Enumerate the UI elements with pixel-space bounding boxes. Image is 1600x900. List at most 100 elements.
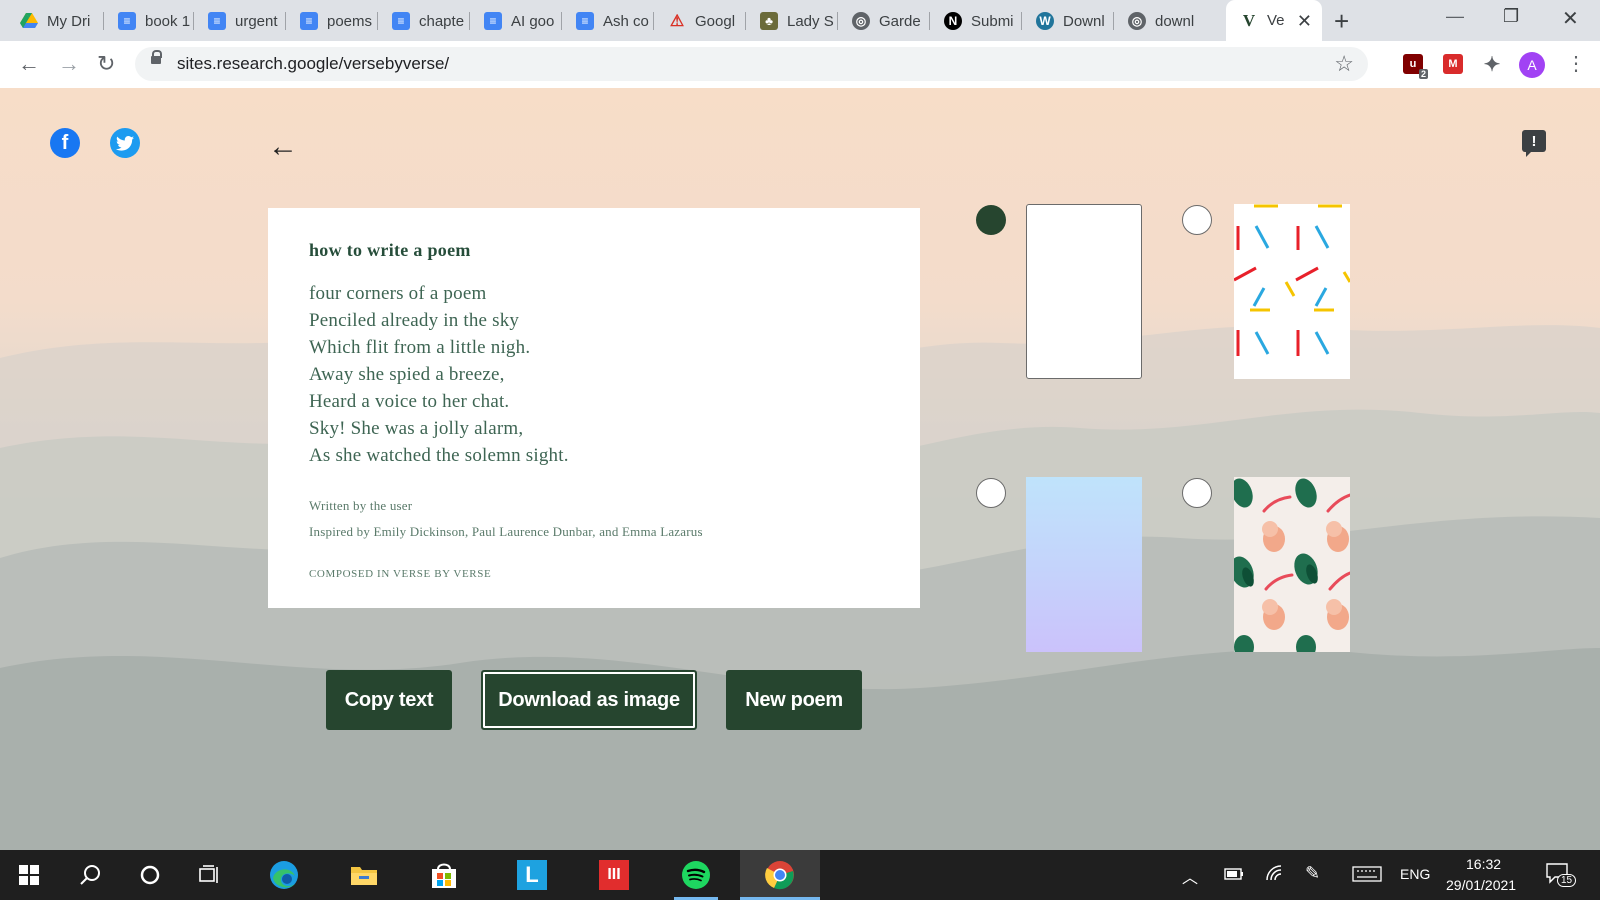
- globe-icon: ◎: [1128, 12, 1146, 30]
- confetti-pattern: [1234, 204, 1350, 356]
- profile-avatar[interactable]: A: [1519, 52, 1545, 78]
- spotify-icon[interactable]: [668, 850, 724, 900]
- lock-icon: [151, 50, 162, 64]
- poem-card: how to write a poem four corners of a po…: [268, 208, 920, 608]
- feedback-icon[interactable]: !: [1522, 130, 1546, 157]
- back-nav-icon[interactable]: ←: [18, 51, 40, 77]
- search-icon[interactable]: [62, 850, 118, 900]
- browser-tab[interactable]: ◎ Garde: [838, 5, 930, 37]
- theme-swatch-blue-lavender-gradient[interactable]: [1026, 477, 1142, 652]
- browser-tab[interactable]: N Submi: [930, 5, 1022, 37]
- google-docs-icon: ≡: [576, 12, 594, 30]
- poem-line: Heard a voice to her chat.: [309, 391, 510, 412]
- tree-icon: ♣: [760, 12, 778, 30]
- new-poem-button[interactable]: New poem: [726, 670, 862, 730]
- inspired-by-credit: Inspired by Emily Dickinson, Paul Lauren…: [309, 524, 703, 539]
- close-window-button[interactable]: ✕: [1562, 6, 1579, 31]
- browser-toolbar: ← → ↻ sites.research.google/versebyverse…: [0, 41, 1600, 89]
- warning-triangle-icon: ⚠: [669, 13, 685, 30]
- google-drive-icon: [20, 12, 38, 30]
- google-docs-icon: ≡: [118, 12, 136, 30]
- theme-radio-leaf-pattern[interactable]: [1182, 478, 1212, 508]
- address-bar[interactable]: sites.research.google/versebyverse/ ☆: [135, 47, 1368, 81]
- browser-tab[interactable]: My Dri: [6, 5, 104, 37]
- browser-tab[interactable]: ≡ poems: [286, 5, 378, 37]
- theme-swatch-leaf-pattern[interactable]: [1234, 477, 1350, 652]
- composed-in-label: COMPOSED IN VERSE BY VERSE: [309, 568, 492, 580]
- chrome-icon[interactable]: [740, 850, 820, 900]
- battery-icon[interactable]: [1224, 867, 1244, 883]
- ublock-icon[interactable]: u2: [1403, 54, 1428, 79]
- back-arrow-icon[interactable]: ←: [268, 130, 298, 164]
- bookmark-star-icon[interactable]: ☆: [1334, 51, 1354, 77]
- tray-chevron-icon[interactable]: ︿: [1182, 864, 1198, 888]
- chrome-menu-icon[interactable]: ⋮: [1566, 51, 1586, 76]
- browser-tab[interactable]: ≡ urgent: [194, 5, 286, 37]
- restore-button[interactable]: ❐: [1503, 6, 1519, 27]
- tab-strip: My Dri ≡ book 1 ≡ urgent ≡ poems ≡ chapt…: [0, 0, 1600, 41]
- download-image-button[interactable]: Download as image: [481, 670, 697, 730]
- browser-tab[interactable]: ◎ downl: [1114, 5, 1206, 37]
- clock-time[interactable]: 16:32: [1466, 856, 1501, 872]
- clock-date[interactable]: 29/01/2021: [1446, 877, 1516, 893]
- l-app-icon[interactable]: L: [504, 850, 560, 900]
- poem-line: Penciled already in the sky: [309, 310, 520, 331]
- notification-count: 15: [1557, 874, 1577, 887]
- red-app-icon[interactable]: III: [586, 850, 642, 900]
- browser-tab[interactable]: W Downl: [1022, 5, 1114, 37]
- written-by-credit: Written by the user: [309, 498, 413, 513]
- poem-title: how to write a poem: [309, 240, 471, 260]
- browser-tab[interactable]: ⚠ Googl: [654, 5, 746, 37]
- puzzle-extensions-icon[interactable]: ✦: [1482, 54, 1502, 76]
- poem-line: Which flit from a little nigh.: [309, 337, 531, 358]
- poem-line: Away she spied a breeze,: [309, 364, 505, 385]
- microsoft-store-icon[interactable]: [416, 850, 472, 900]
- google-docs-icon: ≡: [208, 12, 226, 30]
- minimize-button[interactable]: —: [1446, 6, 1464, 27]
- cortana-icon[interactable]: [122, 850, 178, 900]
- browser-tab[interactable]: ≡ AI goo: [470, 5, 562, 37]
- new-tab-button[interactable]: +: [1334, 6, 1349, 37]
- browser-tab[interactable]: ≡ book 1: [104, 5, 194, 37]
- notion-icon: N: [944, 12, 962, 30]
- google-docs-icon: ≡: [484, 12, 502, 30]
- wordpress-icon: W: [1036, 12, 1054, 30]
- language-indicator[interactable]: ENG: [1400, 866, 1430, 882]
- theme-swatch-confetti-lines[interactable]: [1234, 204, 1350, 379]
- active-tab[interactable]: V Ve ✕: [1226, 0, 1322, 41]
- poem-line: four corners of a poem: [309, 283, 487, 304]
- windows-taskbar: L III ︿ ✎ ENG 16:32 29/01/2021 15: [0, 850, 1600, 900]
- theme-radio-blue-lavender-gradient[interactable]: [976, 478, 1006, 508]
- mendeley-icon[interactable]: M: [1443, 54, 1463, 74]
- browser-tab[interactable]: ≡ chapte: [378, 5, 470, 37]
- url-text[interactable]: sites.research.google/versebyverse/: [177, 54, 449, 74]
- task-view-icon[interactable]: [182, 850, 238, 900]
- poem-line: As she watched the solemn sight.: [309, 445, 569, 466]
- theme-radio-confetti-lines[interactable]: [1182, 205, 1212, 235]
- verse-favicon-icon: V: [1242, 10, 1256, 30]
- windows-start-icon[interactable]: [0, 850, 58, 900]
- twitter-icon[interactable]: [110, 128, 140, 158]
- pen-icon[interactable]: ✎: [1305, 863, 1320, 884]
- theme-swatch-plain-white[interactable]: [1026, 204, 1142, 379]
- leaf-pattern: [1234, 478, 1350, 652]
- reload-icon[interactable]: ↻: [97, 51, 115, 77]
- poem-line: Sky! She was a jolly alarm,: [309, 418, 524, 439]
- browser-tab[interactable]: ♣ Lady S: [746, 5, 838, 37]
- facebook-icon[interactable]: f: [50, 128, 80, 158]
- globe-icon: ◎: [852, 12, 870, 30]
- close-tab-icon[interactable]: ✕: [1297, 11, 1312, 32]
- verse-by-verse-page: f ← ! how to write a poem four corners o…: [0, 88, 1600, 850]
- wifi-icon[interactable]: [1265, 864, 1285, 885]
- google-docs-icon: ≡: [300, 12, 318, 30]
- poem-lines: four corners of a poem Penciled already …: [309, 280, 569, 469]
- notification-center-icon[interactable]: 15: [1545, 862, 1577, 887]
- copy-text-button[interactable]: Copy text: [326, 670, 452, 730]
- forward-nav-icon[interactable]: →: [58, 51, 80, 77]
- theme-radio-plain-white[interactable]: [976, 205, 1006, 235]
- edge-icon[interactable]: [256, 850, 312, 900]
- keyboard-icon[interactable]: [1352, 866, 1382, 885]
- google-docs-icon: ≡: [392, 12, 410, 30]
- file-explorer-icon[interactable]: [336, 850, 392, 900]
- browser-tab[interactable]: ≡ Ash co: [562, 5, 654, 37]
